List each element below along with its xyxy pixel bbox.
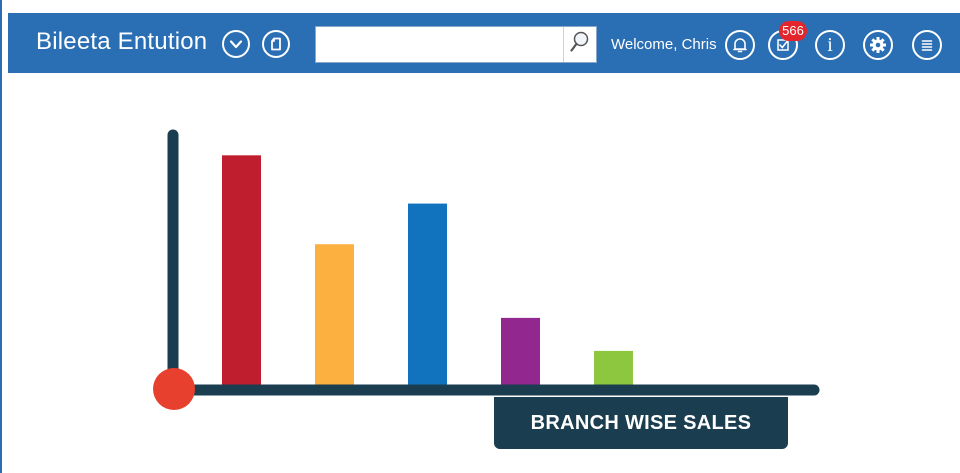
tasks-badge: 566 — [779, 21, 807, 41]
search-button[interactable] — [563, 27, 596, 62]
chevron-down-icon[interactable] — [222, 30, 250, 58]
search-box — [315, 26, 597, 63]
info-icon[interactable]: i — [815, 30, 845, 60]
chart-canvas — [153, 129, 820, 410]
chart-bar — [594, 350, 633, 389]
app-title: Bileeta Entution — [36, 28, 208, 55]
chart-bar — [408, 203, 447, 389]
bell-icon[interactable] — [725, 30, 755, 60]
branch-sales-chart: BRANCH WISE SALES — [0, 73, 960, 473]
welcome-text: Welcome, Chris — [611, 36, 717, 53]
origin-dot — [153, 368, 195, 410]
search-icon — [569, 30, 591, 59]
settings-icon[interactable] — [863, 30, 893, 60]
chart-bar — [222, 155, 261, 389]
search-input[interactable] — [318, 29, 560, 60]
menu-icon[interactable] — [912, 30, 942, 60]
chart-bar — [501, 317, 540, 389]
top-header: Bileeta Entution Welcome, Chris 566 i — [8, 13, 960, 73]
chart-bar — [315, 244, 354, 389]
document-icon[interactable] — [262, 30, 290, 58]
chart-title: BRANCH WISE SALES — [494, 397, 788, 449]
